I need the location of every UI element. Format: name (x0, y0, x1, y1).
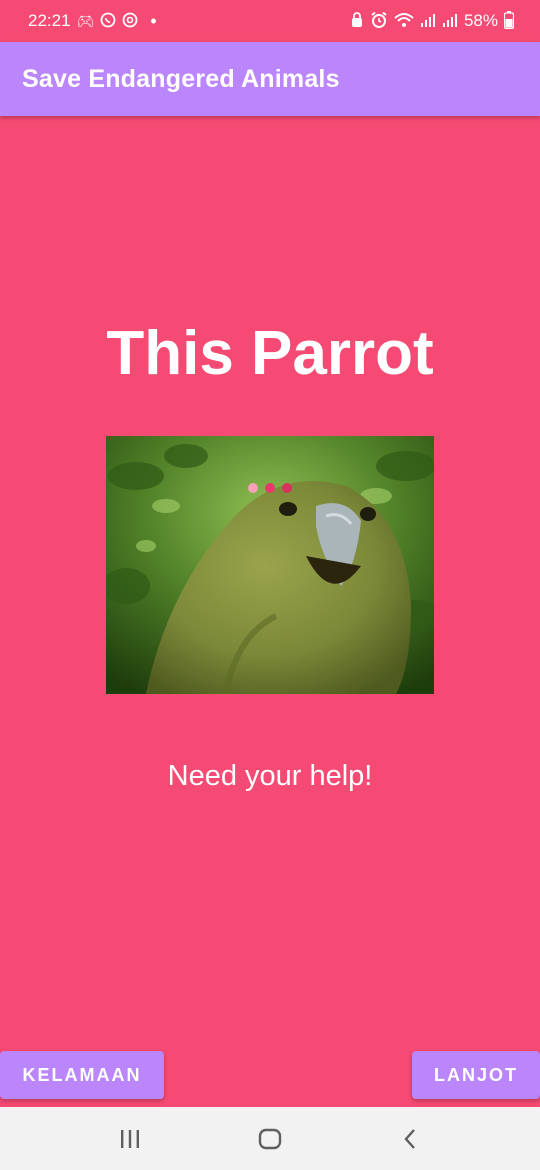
status-bar: 22:21 🎮︎ • 58% (0, 0, 540, 42)
wifi-icon (394, 12, 414, 30)
back-button[interactable]: KELAMAAN (0, 1051, 164, 1099)
help-text: Need your help! (167, 760, 373, 792)
back-icon[interactable] (390, 1119, 430, 1159)
whatsapp-icon (100, 12, 116, 30)
next-button[interactable]: LANJOT (412, 1051, 540, 1099)
battery-icon (503, 11, 515, 31)
mail-at-icon (122, 12, 138, 30)
recents-icon[interactable] (110, 1119, 150, 1159)
status-right: 58% (350, 11, 515, 31)
loader-dot (265, 483, 275, 493)
signal-icon (442, 12, 458, 30)
status-time: 22:21 (28, 11, 71, 30)
loader-dot (248, 483, 258, 493)
home-icon[interactable] (250, 1119, 290, 1159)
lock-icon (350, 12, 364, 30)
page-heading: This Parrot (106, 319, 434, 388)
alarm-icon (370, 11, 388, 31)
loading-indicator (248, 483, 292, 493)
status-left: 22:21 🎮︎ • (28, 11, 157, 32)
system-nav-bar (0, 1107, 540, 1170)
notification-dot-icon: • (150, 10, 157, 31)
app-bar: Save Endangered Animals (0, 42, 540, 116)
app-title: Save Endangered Animals (22, 64, 340, 93)
game-controller-icon: 🎮︎ (76, 13, 95, 29)
battery-percent: 58% (463, 11, 498, 30)
loader-dot (282, 483, 292, 493)
signal-icon (420, 12, 436, 30)
parrot-image (106, 436, 434, 694)
